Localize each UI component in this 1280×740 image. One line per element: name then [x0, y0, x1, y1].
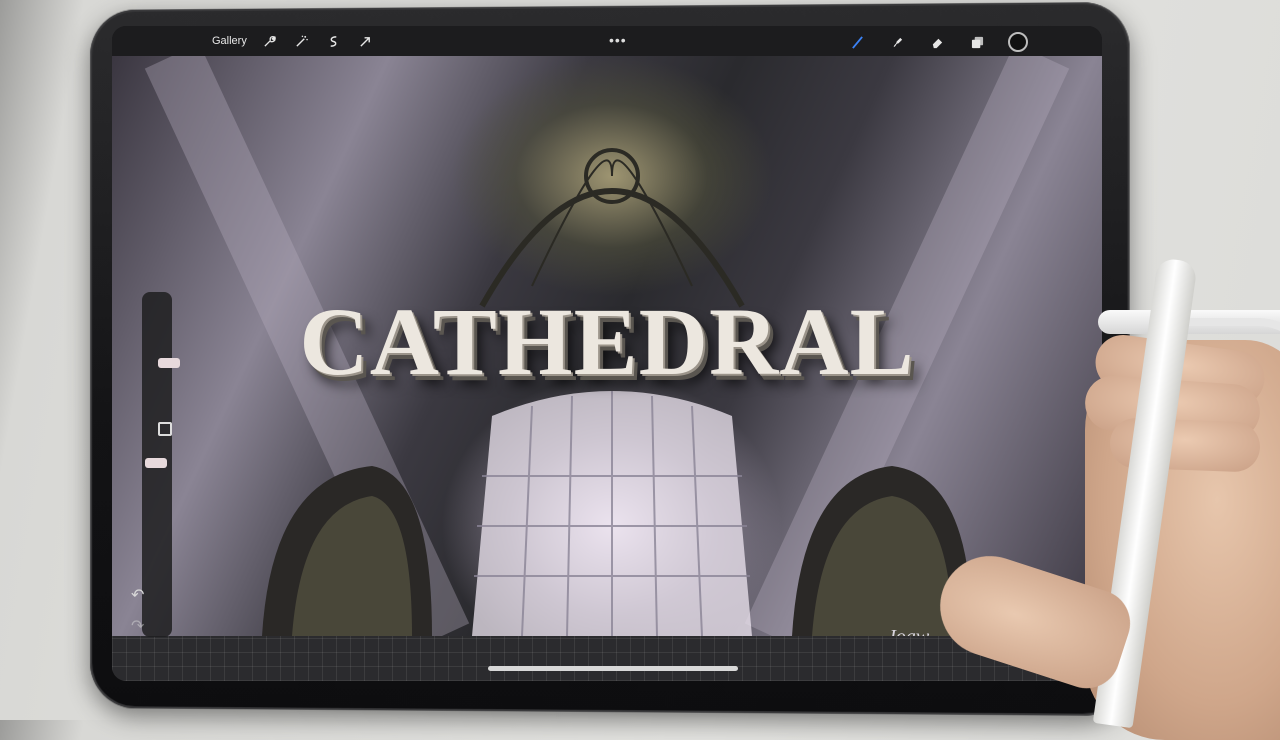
gallery-button[interactable]: Gallery	[212, 35, 247, 47]
selection-icon[interactable]	[325, 32, 343, 50]
layers-icon[interactable]	[968, 33, 986, 51]
more-options-icon[interactable]: •••	[609, 32, 627, 48]
cathedral-lettering: CATHEDRAL	[299, 288, 915, 395]
wrench-icon[interactable]	[261, 32, 279, 50]
drawing-canvas[interactable]: CATHEDRAL Joaw	[112, 56, 1102, 648]
vault-ribs	[531, 159, 693, 287]
modify-button[interactable]	[158, 422, 172, 436]
transform-arrow-icon[interactable]	[357, 32, 375, 50]
opacity-slider[interactable]	[145, 458, 167, 468]
smudge-icon[interactable]	[888, 33, 906, 51]
color-well-icon[interactable]	[1008, 32, 1028, 52]
canvas-grid-strip	[112, 636, 1102, 681]
procreate-toolbar: Gallery •••	[112, 26, 1102, 56]
toolbar-right-group	[848, 32, 1028, 52]
eraser-icon[interactable]	[928, 33, 946, 51]
toolbar-left-group: Gallery	[112, 32, 375, 50]
home-indicator[interactable]	[488, 666, 738, 671]
undo-icon[interactable]: ↶	[131, 585, 144, 605]
brush-size-slider[interactable]	[158, 358, 180, 368]
sidebar-sliders	[142, 292, 180, 637]
magic-wand-icon[interactable]	[293, 32, 311, 50]
brush-icon[interactable]	[848, 33, 866, 51]
redo-icon[interactable]: ↷	[131, 616, 144, 636]
